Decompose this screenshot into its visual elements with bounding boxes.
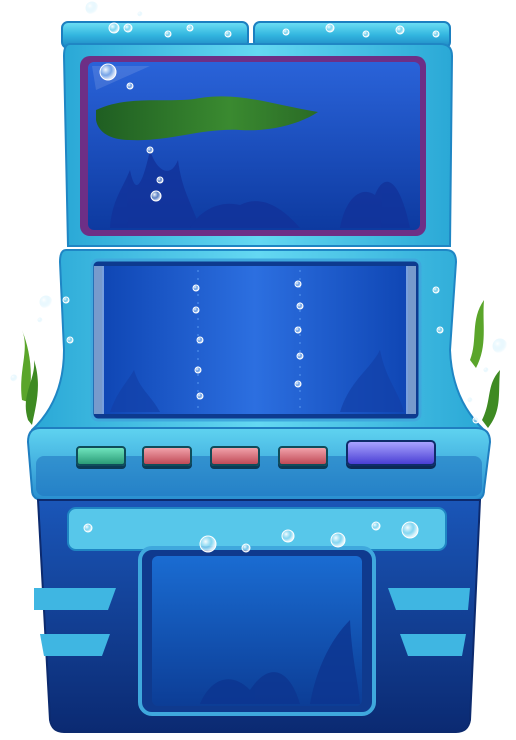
side-fin-left-bottom: [40, 634, 110, 656]
spin-button[interactable]: [346, 440, 436, 466]
reel-left-edge: [94, 266, 104, 414]
button-red-1[interactable]: [142, 446, 192, 466]
seaweed-right: [470, 300, 500, 428]
button-red-3[interactable]: [278, 446, 328, 466]
seaweed-left: [21, 330, 38, 425]
button-green[interactable]: [76, 446, 126, 466]
reel-right-edge: [406, 266, 416, 414]
bubble-rail: [67, 507, 447, 551]
side-fin-left-top: [34, 588, 116, 610]
button-red-2[interactable]: [210, 446, 260, 466]
side-fin-right-top: [388, 588, 470, 610]
slot-machine-cabinet: [9, 0, 509, 733]
side-fin-right-bottom: [400, 634, 466, 656]
